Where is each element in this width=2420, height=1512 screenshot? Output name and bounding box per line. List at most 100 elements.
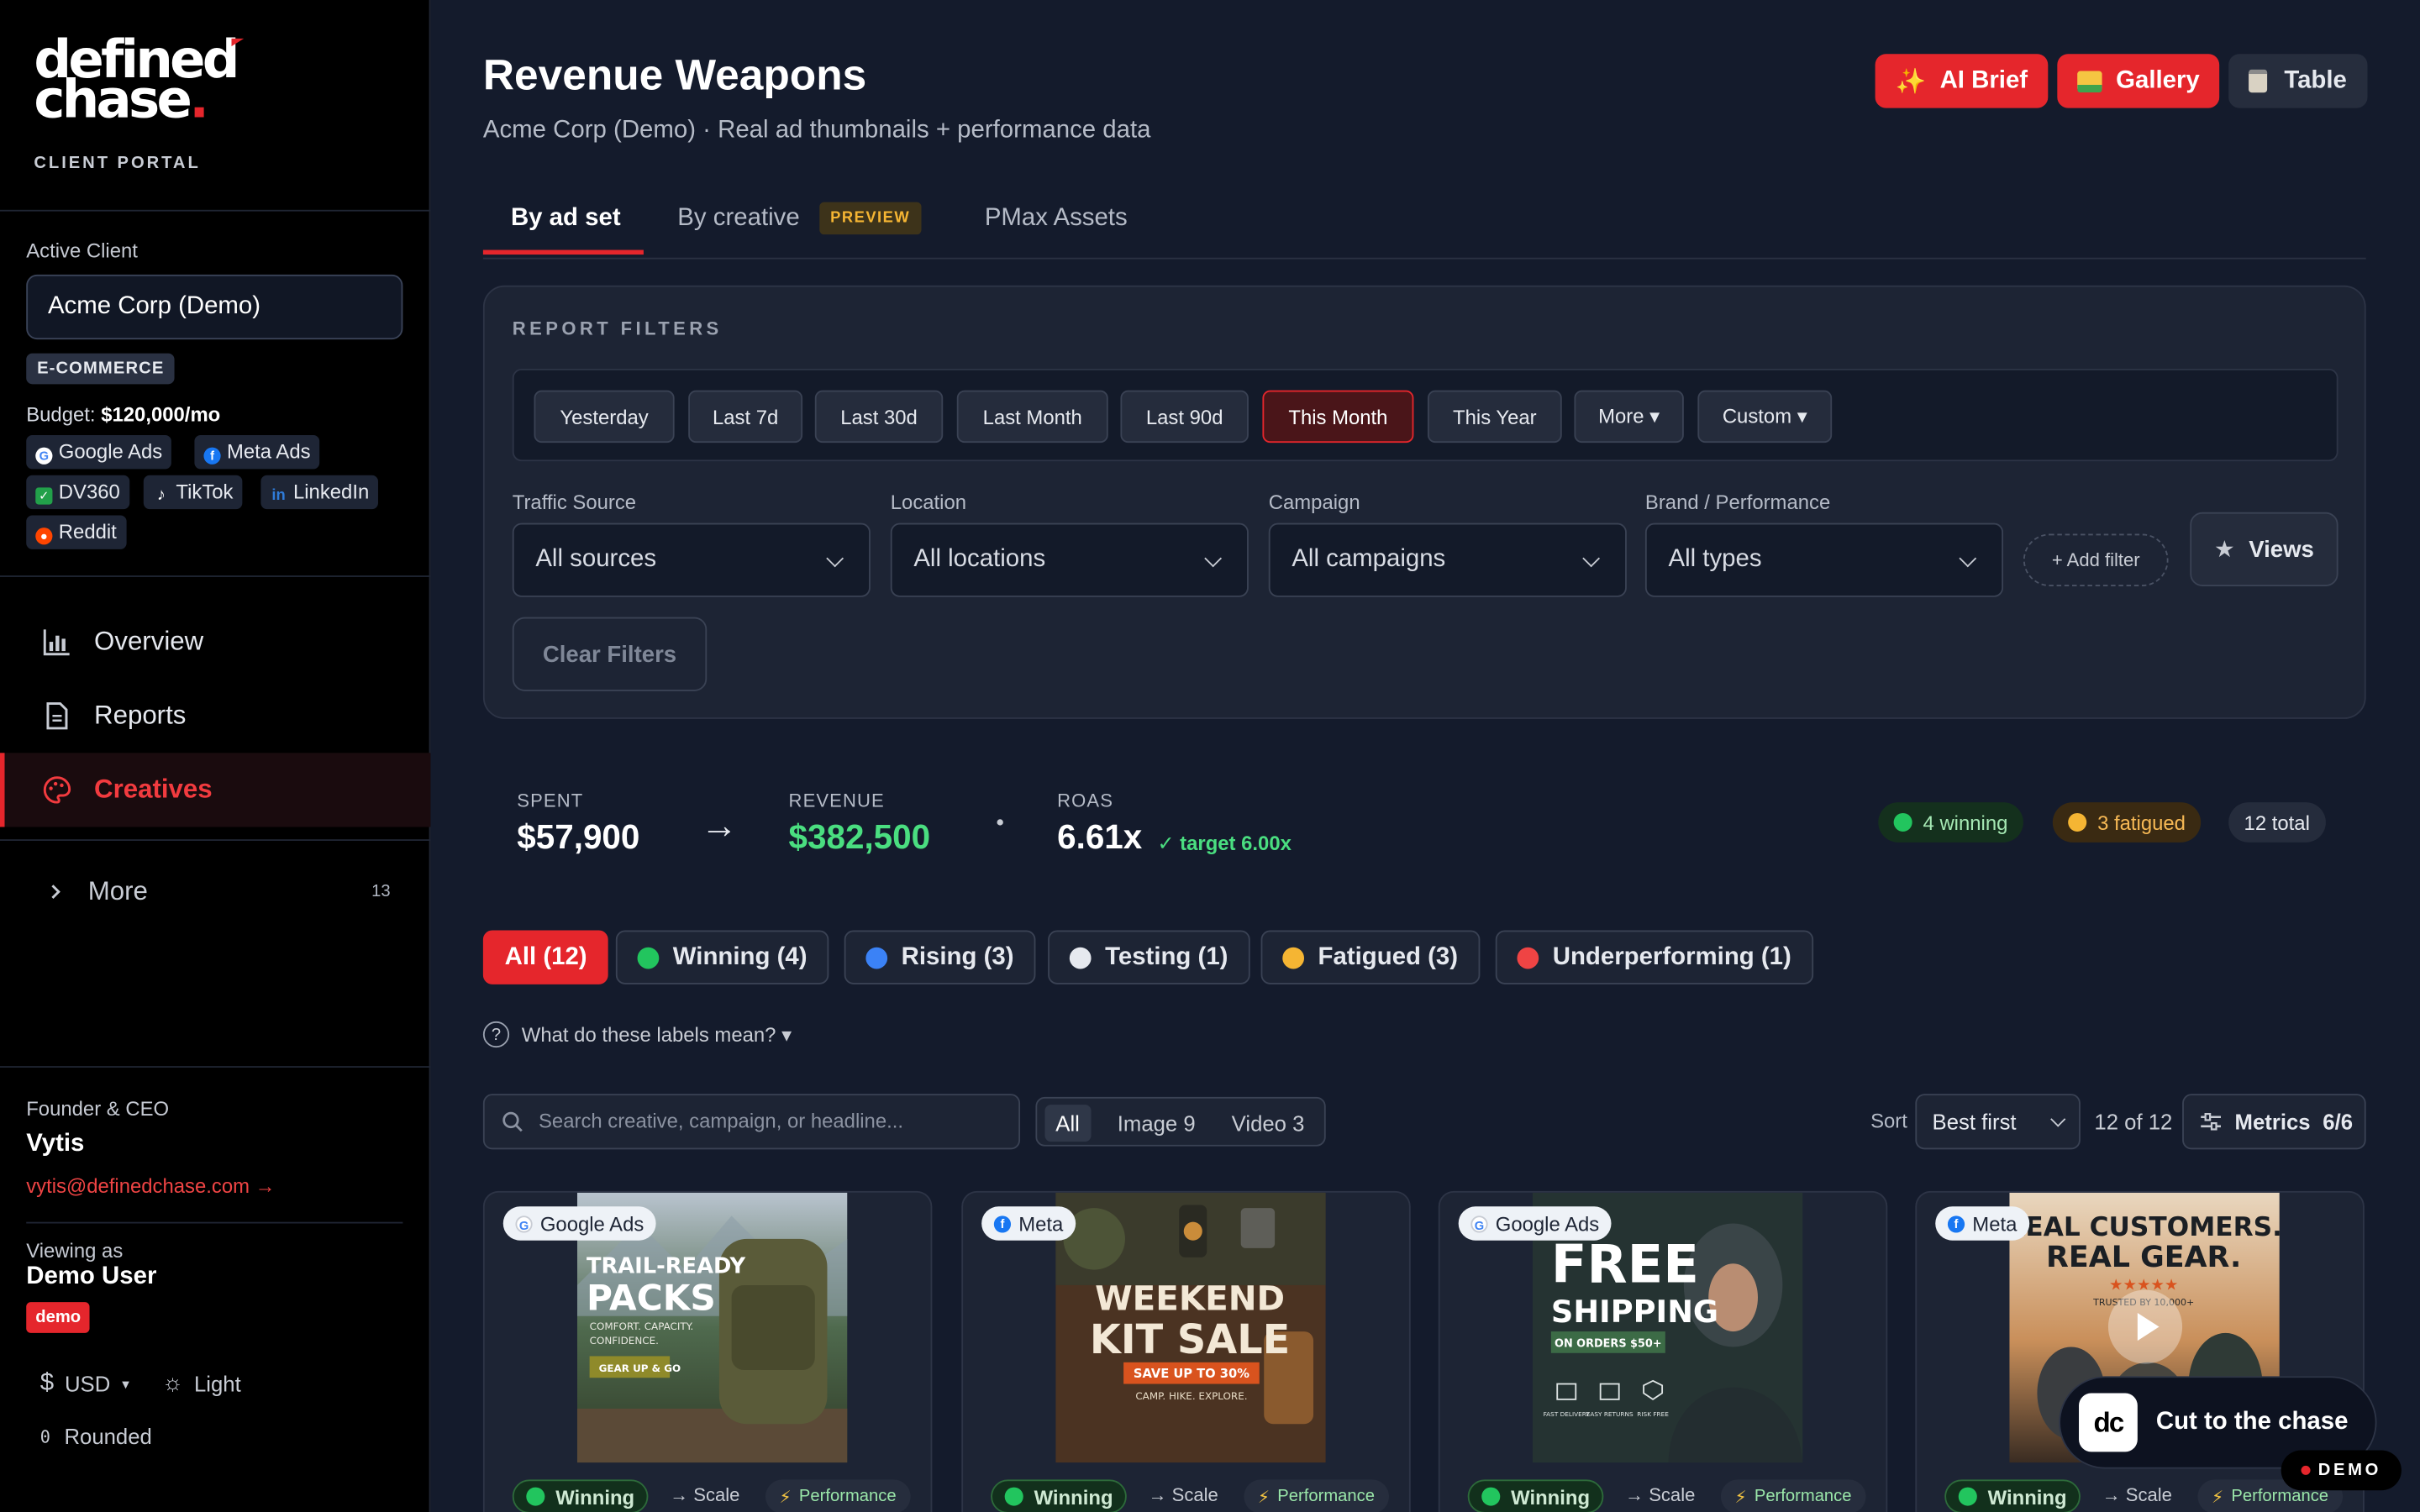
card-footer: Winning → Scale ⚡ Performance xyxy=(512,1479,914,1512)
dollar-icon: $ xyxy=(39,1369,55,1397)
search-input[interactable]: Search creative, campaign, or headline..… xyxy=(482,1094,1021,1150)
green-circle-icon xyxy=(1481,1487,1501,1506)
segment-rising[interactable]: Rising (3) xyxy=(844,930,1036,984)
theme-toggle[interactable]: ☼ Light xyxy=(162,1370,241,1396)
segment-testing[interactable]: Testing (1) xyxy=(1048,930,1250,984)
corner-icon: 0 xyxy=(39,1426,50,1446)
traffic-source-select[interactable]: All sources xyxy=(512,522,871,597)
creative-card[interactable]: WEEKEND KIT SALE SAVE UP TO 30% CAMP. HI… xyxy=(961,1190,1411,1512)
campaign-type-badge: ⚡ Performance xyxy=(1720,1479,1866,1512)
green-circle-icon xyxy=(526,1487,545,1506)
status-label: Winning xyxy=(1511,1484,1591,1509)
recommended-action: → Scale xyxy=(1625,1483,1696,1506)
range-more-dropdown[interactable]: More ▾ xyxy=(1574,390,1684,444)
nav-more[interactable]: More 13 xyxy=(0,855,430,929)
channel-chip-google-ads[interactable]: G Google Ads xyxy=(26,434,172,470)
ad-headline-line: KIT SALE xyxy=(1090,1317,1290,1363)
tired-face-icon xyxy=(1282,946,1305,969)
range-custom-dropdown[interactable]: Custom ▾ xyxy=(1697,390,1833,444)
location-select[interactable]: All locations xyxy=(890,522,1249,597)
brand-performance-select[interactable]: All types xyxy=(1644,522,2004,597)
divider xyxy=(26,1221,403,1224)
tab-by-creative[interactable]: By creative xyxy=(677,205,799,233)
type-image[interactable]: Image 9 xyxy=(1107,1105,1207,1142)
views-button[interactable]: ★ Views xyxy=(2190,512,2338,586)
divider xyxy=(0,839,431,842)
range-last-30d[interactable]: Last 30d xyxy=(814,390,944,444)
creative-card[interactable]: FREE SHIPPING ON ORDERS $50+ FAST DELIVE… xyxy=(1438,1190,1888,1512)
preview-badge: PREVIEW xyxy=(819,202,921,235)
page-subtitle: Acme Corp (Demo) · Real ad thumbnails + … xyxy=(482,117,1151,144)
range-this-month[interactable]: This Month xyxy=(1262,390,1414,444)
tiktok-icon: ♪ xyxy=(156,486,166,505)
segment-label: Testing (1) xyxy=(1105,943,1228,970)
type-video[interactable]: Video 3 xyxy=(1221,1105,1315,1142)
roas-target: ✓ target 6.00x xyxy=(1157,831,1292,855)
segment-winning[interactable]: Winning (4) xyxy=(615,930,829,984)
segment-all[interactable]: All (12) xyxy=(482,930,609,984)
traffic-source-label: Traffic Source xyxy=(512,491,637,514)
range-this-year[interactable]: This Year xyxy=(1427,390,1562,444)
tab-by-ad-set[interactable]: By ad set xyxy=(511,205,621,233)
report-filters-panel: REPORT FILTERS Yesterday Last 7d Last 30… xyxy=(482,285,2366,719)
red-circle-icon xyxy=(1517,946,1539,969)
question-icon: ? xyxy=(482,1021,510,1048)
creative-card[interactable]: TRAIL-READY PACKS COMFORT. CAPACITY. CON… xyxy=(482,1190,933,1512)
bolt-icon: ⚡ xyxy=(1257,1488,1270,1507)
channel-chip-dv360[interactable]: ✓ DV360 xyxy=(26,475,129,510)
cta-label: Cut to the chase xyxy=(2155,1408,2349,1436)
range-last-7d[interactable]: Last 7d xyxy=(688,390,803,444)
labels-help-toggle[interactable]: ? What do these labels mean? ▾ xyxy=(482,1021,792,1048)
range-last-month[interactable]: Last Month xyxy=(956,390,1108,444)
ai-brief-button[interactable]: ✨ AI Brief xyxy=(1875,54,2048,108)
range-yesterday[interactable]: Yesterday xyxy=(534,390,675,444)
star-icon: ★ xyxy=(2214,537,2235,564)
active-client-select[interactable]: Acme Corp (Demo) xyxy=(26,274,403,340)
metrics-label: Metrics xyxy=(2234,1109,2311,1134)
campaign-type-badge: ⚡ Performance xyxy=(765,1479,911,1512)
status-label: Winning xyxy=(1987,1484,2067,1509)
corner-style-toggle[interactable]: 0 Rounded xyxy=(40,1424,152,1448)
status-label: Winning xyxy=(555,1484,635,1509)
recommended-action: → Scale xyxy=(2102,1483,2172,1506)
brand-logo[interactable]: defined chase. xyxy=(34,34,245,127)
clear-filters-button[interactable]: Clear Filters xyxy=(512,617,708,691)
type-all[interactable]: All xyxy=(1044,1105,1091,1142)
segment-underperforming[interactable]: Underperforming (1) xyxy=(1495,930,1813,984)
revenue-label: REVENUE xyxy=(788,790,885,812)
dv360-icon: ✓ xyxy=(35,487,53,505)
channel-chip-reddit[interactable]: ● Reddit xyxy=(26,515,126,549)
logo-word-2: chase xyxy=(34,69,192,132)
ad-offer-text: ON ORDERS $50+ xyxy=(1555,1337,1662,1350)
channel-chip-linkedin[interactable]: in LinkedIn xyxy=(260,475,379,510)
add-filter-button[interactable]: + Add filter xyxy=(2023,533,2169,586)
card-footer: Winning → Scale ⚡ Performance xyxy=(1944,1479,2346,1512)
range-last-90d[interactable]: Last 90d xyxy=(1120,390,1249,444)
sort-select[interactable]: Best first xyxy=(1915,1094,2081,1150)
platform-badge: G Google Ads xyxy=(502,1206,656,1241)
currency-select[interactable]: $ USD ▼ xyxy=(40,1370,132,1398)
more-count-badge: 13 xyxy=(371,882,391,901)
metrics-button[interactable]: Metrics 6/6 xyxy=(2182,1094,2366,1150)
card-footer: Winning → Scale ⚡ Performance xyxy=(991,1479,1392,1512)
nav-reports[interactable]: Reports xyxy=(0,679,430,753)
table-button[interactable]: Table xyxy=(2228,54,2367,108)
white-circle-icon xyxy=(1069,946,1092,969)
ad-headline-line: SHIPPING xyxy=(1551,1294,1718,1330)
google-icon: G xyxy=(35,447,53,465)
ad-copy-line: CONFIDENCE. xyxy=(590,1335,659,1347)
tab-pmax-assets[interactable]: PMax Assets xyxy=(985,205,1128,233)
channel-chip-tiktok[interactable]: ♪ TikTok xyxy=(143,475,243,510)
user-email-link[interactable]: vytis@definedchase.com → xyxy=(26,1174,275,1198)
segment-fatigued[interactable]: Fatigued (3) xyxy=(1260,930,1480,984)
channel-chip-meta-ads[interactable]: f Meta Ads xyxy=(194,434,320,470)
ad-cta-text: GEAR UP & GO xyxy=(599,1362,681,1374)
ad-feature-label: RISK FREE xyxy=(1637,1410,1669,1418)
nav-creatives[interactable]: Creatives xyxy=(0,753,431,827)
campaign-select[interactable]: All campaigns xyxy=(1268,522,1627,597)
nav-overview[interactable]: Overview xyxy=(0,605,430,679)
channel-label: Meta Ads xyxy=(226,439,311,464)
bolt-icon: ⚡ xyxy=(2211,1488,2224,1507)
gallery-button[interactable]: Gallery xyxy=(2057,54,2220,108)
meta-icon: f xyxy=(1947,1215,1965,1232)
